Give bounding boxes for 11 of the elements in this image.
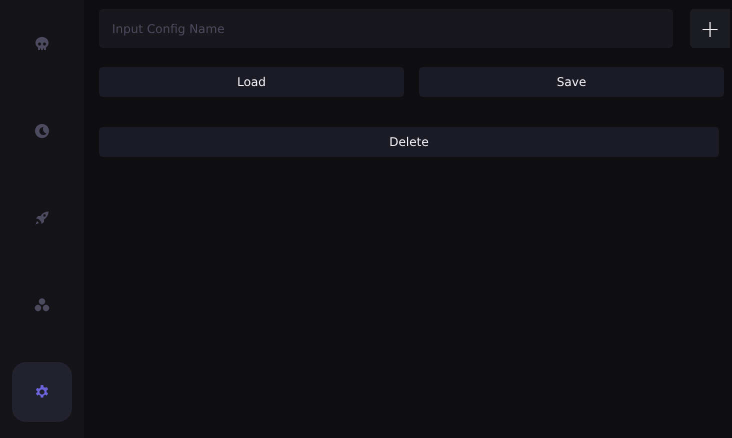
add-button[interactable]: +: [690, 9, 730, 48]
moon-icon: [34, 123, 50, 139]
load-button[interactable]: Load: [99, 67, 404, 97]
circles-icon: [34, 297, 50, 313]
settings-icon: [34, 384, 50, 400]
save-button[interactable]: Save: [419, 67, 724, 97]
skull-icon: [34, 36, 50, 52]
rocket-icon: [34, 210, 50, 226]
sidebar-item[interactable]: [12, 362, 72, 422]
config-name-field[interactable]: Input Config Name: [99, 9, 673, 48]
delete-button[interactable]: Delete: [99, 127, 719, 157]
